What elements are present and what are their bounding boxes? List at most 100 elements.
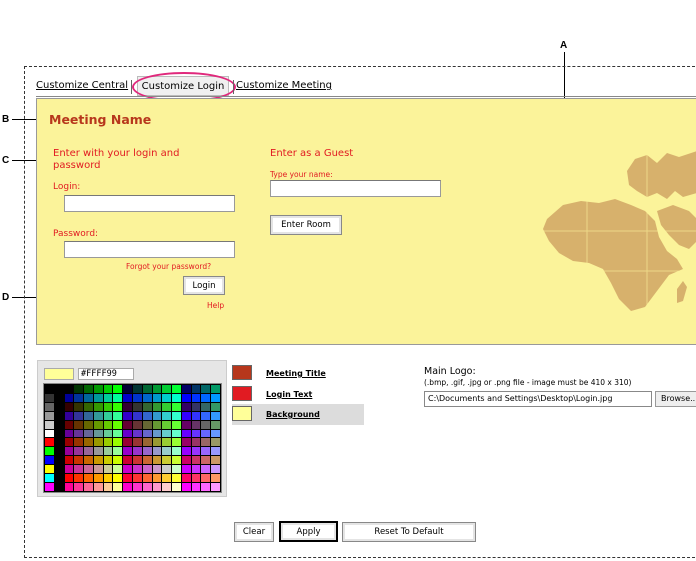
color-swatch[interactable] <box>142 393 152 402</box>
color-swatch[interactable] <box>54 420 64 429</box>
color-swatch[interactable] <box>181 474 191 483</box>
color-swatch[interactable] <box>93 429 103 438</box>
color-swatch[interactable] <box>181 447 191 456</box>
background-color-box[interactable] <box>232 406 252 421</box>
color-swatch[interactable] <box>103 447 113 456</box>
color-swatch[interactable] <box>93 402 103 411</box>
meeting-title-color-box[interactable] <box>232 365 252 380</box>
color-swatch[interactable] <box>74 483 84 491</box>
color-swatch[interactable] <box>113 411 123 420</box>
color-swatch[interactable] <box>201 411 211 420</box>
color-swatch[interactable] <box>54 438 64 447</box>
color-swatch[interactable] <box>162 438 172 447</box>
color-swatch[interactable] <box>54 465 64 474</box>
color-swatch[interactable] <box>64 420 74 429</box>
color-swatch[interactable] <box>84 483 93 491</box>
color-swatch[interactable] <box>191 447 201 456</box>
color-swatch[interactable] <box>162 429 172 438</box>
color-swatch[interactable] <box>162 385 172 393</box>
browse-button[interactable]: Browse... <box>655 391 696 407</box>
password-input[interactable] <box>64 241 235 258</box>
color-swatch[interactable] <box>201 474 211 483</box>
color-swatch[interactable] <box>191 483 201 491</box>
color-swatch[interactable] <box>152 393 162 402</box>
color-swatch[interactable] <box>113 465 123 474</box>
color-swatch[interactable] <box>45 429 54 438</box>
color-swatch[interactable] <box>211 385 220 393</box>
color-swatch[interactable] <box>181 456 191 465</box>
color-swatch[interactable] <box>211 474 220 483</box>
color-swatch[interactable] <box>45 393 54 402</box>
color-swatch[interactable] <box>132 385 142 393</box>
color-swatch[interactable] <box>45 402 54 411</box>
color-swatch[interactable] <box>123 385 132 393</box>
color-swatch[interactable] <box>142 447 152 456</box>
color-swatch[interactable] <box>201 483 211 491</box>
color-swatch[interactable] <box>45 420 54 429</box>
color-swatch[interactable] <box>64 393 74 402</box>
color-swatch[interactable] <box>162 483 172 491</box>
color-swatch[interactable] <box>181 429 191 438</box>
color-swatch[interactable] <box>123 483 132 491</box>
color-swatch[interactable] <box>191 402 201 411</box>
color-swatch[interactable] <box>142 411 152 420</box>
color-swatch[interactable] <box>211 483 220 491</box>
color-swatch[interactable] <box>113 420 123 429</box>
color-swatch[interactable] <box>113 402 123 411</box>
tab-customize-meeting[interactable]: Customize Meeting <box>236 80 332 91</box>
color-swatch[interactable] <box>132 429 142 438</box>
color-swatch[interactable] <box>103 420 113 429</box>
color-swatch[interactable] <box>181 438 191 447</box>
color-swatch[interactable] <box>181 411 191 420</box>
color-swatch[interactable] <box>113 456 123 465</box>
color-swatch[interactable] <box>45 385 54 393</box>
color-swatch[interactable] <box>211 438 220 447</box>
color-swatch[interactable] <box>54 456 64 465</box>
color-swatch[interactable] <box>162 465 172 474</box>
color-swatch[interactable] <box>45 447 54 456</box>
color-swatch[interactable] <box>201 447 211 456</box>
color-swatch[interactable] <box>123 438 132 447</box>
color-swatch[interactable] <box>132 447 142 456</box>
color-swatch[interactable] <box>84 411 93 420</box>
color-swatch[interactable] <box>123 465 132 474</box>
color-swatch[interactable] <box>93 385 103 393</box>
color-swatch[interactable] <box>211 465 220 474</box>
color-swatch[interactable] <box>152 465 162 474</box>
color-swatch[interactable] <box>191 465 201 474</box>
color-swatch[interactable] <box>142 429 152 438</box>
color-swatch[interactable] <box>142 420 152 429</box>
color-swatch[interactable] <box>113 483 123 491</box>
color-swatch[interactable] <box>54 429 64 438</box>
color-swatch[interactable] <box>113 385 123 393</box>
color-swatch[interactable] <box>172 411 181 420</box>
color-swatch[interactable] <box>152 447 162 456</box>
color-swatch[interactable] <box>181 385 191 393</box>
color-swatch[interactable] <box>64 456 74 465</box>
color-swatch[interactable] <box>64 483 74 491</box>
color-swatch[interactable] <box>123 447 132 456</box>
color-swatch[interactable] <box>123 429 132 438</box>
color-swatch[interactable] <box>64 474 74 483</box>
color-swatch[interactable] <box>201 393 211 402</box>
color-swatch[interactable] <box>191 385 201 393</box>
color-swatch[interactable] <box>191 474 201 483</box>
color-swatch[interactable] <box>181 393 191 402</box>
color-swatch[interactable] <box>45 411 54 420</box>
color-swatch[interactable] <box>54 483 64 491</box>
login-input[interactable] <box>64 195 235 212</box>
color-swatch[interactable] <box>103 474 113 483</box>
color-swatch[interactable] <box>172 474 181 483</box>
color-swatch[interactable] <box>123 456 132 465</box>
color-swatch[interactable] <box>201 420 211 429</box>
color-swatch[interactable] <box>162 402 172 411</box>
color-swatch[interactable] <box>181 420 191 429</box>
color-swatch[interactable] <box>93 393 103 402</box>
color-swatch[interactable] <box>54 474 64 483</box>
color-swatch[interactable] <box>152 483 162 491</box>
color-swatch[interactable] <box>152 438 162 447</box>
logo-path-input[interactable]: C:\Documents and Settings\Desktop\Login.… <box>424 391 652 407</box>
meeting-name-title[interactable]: Meeting Name <box>49 112 151 127</box>
color-swatch[interactable] <box>181 402 191 411</box>
color-swatch[interactable] <box>103 393 113 402</box>
